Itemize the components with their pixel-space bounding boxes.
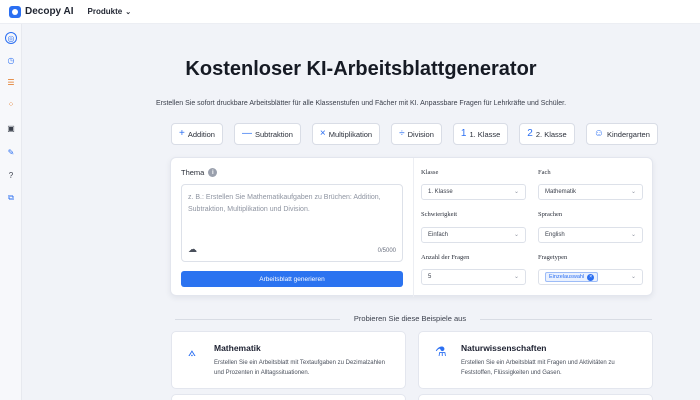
anzahl-label: Anzahl der Fragen [421, 254, 470, 261]
char-counter: 0/5000 [377, 248, 396, 254]
grid-icon[interactable]: ⁘ [5, 98, 17, 110]
chevron-down-icon: ⌄ [513, 189, 519, 195]
schwierigkeit-value: Einfach [428, 232, 449, 238]
number-one-icon: 1 [460, 128, 467, 139]
example-card-partial [171, 394, 406, 400]
chip-subtraktion[interactable]: — Subtraktion [233, 123, 301, 145]
fragetypen-label: Fragetypen [538, 254, 568, 261]
chevron-down-icon: ⌄ [125, 8, 132, 16]
page-subtitle: Erstellen Sie sofort druckbare Arbeitsbl… [155, 100, 567, 107]
fach-select[interactable]: Mathematik ⌄ [538, 184, 643, 200]
plus-icon: + [179, 128, 185, 139]
chevron-down-icon: ⌄ [513, 274, 519, 280]
chip-kindergarten[interactable]: ☺ Kindergarten [585, 123, 658, 145]
example-card-mathematik[interactable]: ⟑ Mathematik Erstellen Sie ein Arbeitsbl… [171, 331, 406, 389]
anzahl-value: 5 [428, 274, 432, 280]
compass-icon: ⟑ [188, 344, 196, 359]
fach-label: Fach [538, 169, 551, 176]
quick-chips: + Addition — Subtraktion × Multiplikatio… [171, 123, 658, 145]
list-icon[interactable]: ☰ [5, 76, 17, 88]
page-title: Kostenloser KI-Arbeitsblattgenerator [185, 58, 537, 80]
chip-label: Addition [187, 129, 215, 139]
card-title: Mathematik [214, 343, 261, 353]
upload-cloud-icon[interactable]: ☁ [188, 244, 197, 255]
anzahl-select[interactable]: 5 ⌄ [421, 269, 526, 285]
card-description: Erstellen Sie ein Arbeitsblatt mit Texta… [214, 360, 385, 376]
chip-klasse-1[interactable]: 1 1. Klasse [452, 123, 509, 145]
chip-addition[interactable]: + Addition [171, 123, 223, 145]
example-card-partial [418, 394, 653, 400]
klasse-select[interactable]: 1. Klasse ⌄ [421, 184, 526, 200]
chip-division[interactable]: ÷ Division [391, 123, 442, 145]
fragetypen-select[interactable]: Einzelauswahl × ⌄ [538, 269, 643, 285]
klasse-value: 1. Klasse [428, 189, 453, 195]
chevron-down-icon: ⌄ [630, 189, 636, 195]
sprachen-select[interactable]: English ⌄ [538, 227, 643, 243]
chip-label: 2. Klasse [535, 129, 567, 139]
brand-logo[interactable]: Decopy AI [9, 5, 74, 18]
card-title: Naturwissenschaften [461, 343, 547, 353]
logo-icon [9, 5, 21, 18]
top-bar: Decopy AI Produkte ⌄ [0, 0, 700, 24]
fragetyp-tag[interactable]: Einzelauswahl × [545, 272, 599, 282]
schwierigkeit-select[interactable]: Einfach ⌄ [421, 227, 526, 243]
thema-label-text: Thema [181, 168, 205, 177]
panel-divider [413, 158, 414, 297]
child-face-icon: ☺ [593, 128, 604, 139]
info-icon[interactable]: i [208, 168, 218, 177]
klasse-label: Klasse [421, 169, 439, 176]
generator-form: Thema i z. B.: Erstellen Sie Mathematika… [170, 157, 653, 297]
close-icon[interactable]: × [587, 273, 595, 281]
products-label: Produkte [87, 7, 123, 16]
sprachen-label: Sprachen [538, 211, 563, 218]
copy-icon[interactable]: ⧉ [5, 192, 17, 204]
divide-icon: ÷ [399, 128, 405, 139]
example-card-naturwissenschaften[interactable]: ⚗ Naturwissenschaften Erstellen Sie ein … [418, 331, 653, 389]
chevron-down-icon: ⌄ [513, 232, 519, 238]
chip-label: Multiplikation [328, 129, 373, 139]
left-sidebar: ◎ ◷ ☰ ⁘ ▣ ✎ ? ⧉ [0, 24, 22, 400]
products-menu[interactable]: Produkte ⌄ [88, 7, 132, 16]
minus-icon: — [241, 128, 252, 139]
chip-klasse-2[interactable]: 2 2. Klasse [519, 123, 575, 145]
examples-divider-left [175, 319, 340, 320]
ai-chat-icon[interactable]: ◎ [5, 32, 17, 44]
thema-input[interactable]: z. B.: Erstellen Sie Mathematikaufgaben … [181, 184, 403, 262]
chip-label: 1. Klasse [469, 129, 501, 139]
thema-placeholder: z. B.: Erstellen Sie Mathematikaufgaben … [188, 194, 381, 213]
chip-label: Kindergarten [606, 129, 650, 139]
brand-name: Decopy AI [25, 6, 74, 17]
schwierigkeit-label: Schwierigkeit [421, 211, 458, 218]
video-icon[interactable]: ▣ [5, 122, 17, 134]
sprachen-value: English [545, 232, 565, 238]
chevron-down-icon: ⌄ [630, 274, 636, 280]
detector-icon[interactable]: ◷ [5, 54, 17, 66]
fach-value: Mathematik [545, 189, 577, 195]
examples-divider-right [480, 319, 652, 320]
number-two-icon: 2 [527, 128, 533, 139]
card-description: Erstellen Sie ein Arbeitsblatt mit Frage… [461, 360, 615, 376]
chip-label: Subtraktion [254, 129, 293, 139]
fragetyp-tag-label: Einzelauswahl [549, 274, 585, 280]
chip-multiplikation[interactable]: × Multiplikation [311, 123, 381, 145]
help-icon[interactable]: ? [5, 169, 17, 181]
times-icon: × [319, 128, 326, 139]
edit-icon[interactable]: ✎ [5, 146, 17, 158]
examples-heading: Probieren Sie diese Beispiele aus [353, 314, 467, 323]
flask-icon: ⚗ [435, 344, 447, 359]
thema-label: Thema i [181, 168, 218, 177]
chip-label: Division [407, 129, 434, 139]
generate-button[interactable]: Arbeitsblatt generieren [181, 271, 403, 287]
chevron-down-icon: ⌄ [630, 232, 636, 238]
